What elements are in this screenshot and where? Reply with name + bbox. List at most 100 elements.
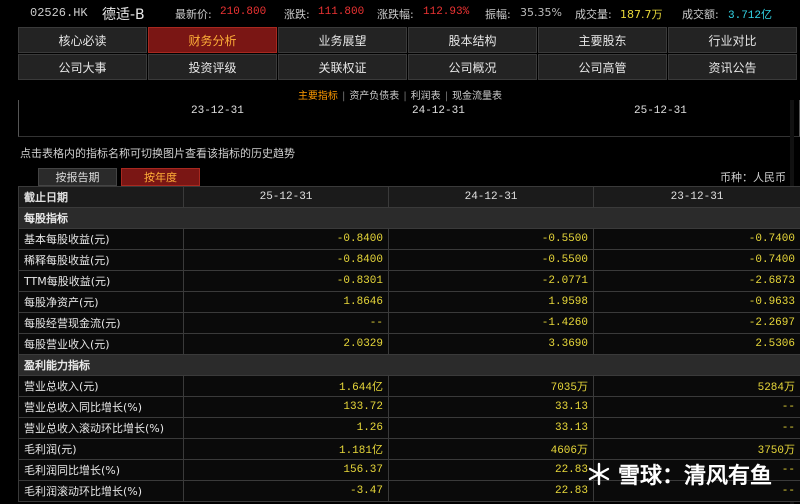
indicator-value: 4606万: [388, 438, 594, 460]
nav-row-2: 公司大事 投资评级 关联权证 公司概况 公司高管 资讯公告: [18, 54, 800, 80]
indicator-value: -3.47: [183, 480, 389, 502]
quote-bar: 02526.HK 德适-B 最新价: 210.800 涨跌: 111.800 涨…: [0, 0, 800, 26]
indicator-value: 5284万: [593, 375, 800, 397]
indicator-value: -0.8400: [183, 228, 389, 250]
nav-company-events[interactable]: 公司大事: [18, 54, 147, 80]
nav-executives[interactable]: 公司高管: [538, 54, 667, 80]
nav-core-reading[interactable]: 核心必读: [18, 27, 147, 53]
indicator-value: 3.3690: [388, 333, 594, 355]
chart-date-label: 23-12-31: [191, 105, 244, 117]
indicator-value: -2.6873: [593, 270, 800, 292]
indicator-name[interactable]: 毛利润滚动环比增长(%): [18, 480, 184, 502]
table-row: 营业总收入(元) 1.644亿 7035万 5284万: [18, 375, 800, 397]
change-pct-label: 涨跌幅:: [377, 8, 414, 21]
change-label: 涨跌:: [284, 8, 310, 21]
header-period: 25-12-31: [183, 186, 389, 208]
table-header-row: 截止日期 25-12-31 24-12-31 23-12-31: [18, 186, 800, 208]
main-nav: 核心必读 财务分析 业务展望 股本结构 主要股东 行业对比 公司大事 投资评级 …: [18, 27, 800, 81]
watermark: 雪球：清风有鱼: [586, 458, 772, 490]
indicator-value: 2.0329: [183, 333, 389, 355]
volume-label: 成交量:: [575, 8, 612, 21]
snowflake-icon: [588, 462, 610, 486]
indicator-value: 1.9598: [388, 291, 594, 313]
hint-text: 点击表格内的指标名称可切换图片查看该指标的历史趋势: [20, 147, 295, 160]
chart-date-label: 25-12-31: [634, 105, 687, 117]
indicator-value: -0.9633: [593, 291, 800, 313]
chart-date-label: 24-12-31: [412, 105, 465, 117]
nav-business-outlook[interactable]: 业务展望: [278, 27, 407, 53]
indicator-value: 1.644亿: [183, 375, 389, 397]
table-row: 每股净资产(元) 1.8646 1.9598 -0.9633: [18, 291, 800, 313]
indicator-name[interactable]: 每股净资产(元): [18, 291, 184, 313]
section-row: 盈利能力指标: [18, 354, 800, 376]
indicator-name[interactable]: 毛利润同比增长(%): [18, 459, 184, 481]
table-row: 毛利润(元) 1.181亿 4606万 3750万: [18, 438, 800, 460]
indicator-value: -2.2697: [593, 312, 800, 334]
indicator-value: -0.8301: [183, 270, 389, 292]
change-pct-value: 112.93%: [423, 6, 470, 18]
header-period: 24-12-31: [388, 186, 594, 208]
tab-by-report-period[interactable]: 按报告期: [38, 168, 117, 186]
indicators-table: 截止日期 25-12-31 24-12-31 23-12-31 每股指标 基本每…: [18, 186, 800, 502]
nav-investment-rating[interactable]: 投资评级: [148, 54, 277, 80]
indicator-name[interactable]: 营业总收入滚动环比增长(%): [18, 417, 184, 439]
turnover-value: 3.712亿: [728, 10, 773, 22]
currency-label: 币种：人民币: [720, 171, 786, 184]
indicator-value: 33.13: [388, 417, 594, 439]
table-row: TTM每股收益(元) -0.8301 -2.0771 -2.6873: [18, 270, 800, 292]
indicator-value: 1.26: [183, 417, 389, 439]
indicator-value: 7035万: [388, 375, 594, 397]
nav-financial-analysis[interactable]: 财务分析: [148, 27, 277, 53]
indicator-name[interactable]: 每股经营现金流(元): [18, 312, 184, 334]
header-period: 23-12-31: [593, 186, 800, 208]
indicator-name[interactable]: 毛利润(元): [18, 438, 184, 460]
tab-by-year[interactable]: 按年度: [121, 168, 200, 186]
section-per-share: 每股指标: [18, 207, 800, 229]
indicator-value: -2.0771: [388, 270, 594, 292]
nav-announcements[interactable]: 资讯公告: [668, 54, 797, 80]
indicator-value: -0.5500: [388, 249, 594, 271]
indicator-value: 156.37: [183, 459, 389, 481]
indicator-value: -0.7400: [593, 228, 800, 250]
indicator-name[interactable]: TTM每股收益(元): [18, 270, 184, 292]
indicator-name[interactable]: 基本每股收益(元): [18, 228, 184, 250]
indicator-value: 33.13: [388, 396, 594, 418]
section-profitability: 盈利能力指标: [18, 354, 800, 376]
indicator-name[interactable]: 营业总收入同比增长(%): [18, 396, 184, 418]
indicator-name[interactable]: 稀释每股收益(元): [18, 249, 184, 271]
latest-price-label: 最新价:: [175, 8, 212, 21]
nav-industry-comparison[interactable]: 行业对比: [668, 27, 797, 53]
indicator-name[interactable]: 营业总收入(元): [18, 375, 184, 397]
indicator-name[interactable]: 每股营业收入(元): [18, 333, 184, 355]
indicator-value: -1.4260: [388, 312, 594, 334]
turnover-label: 成交额:: [682, 8, 719, 21]
nav-company-overview[interactable]: 公司概况: [408, 54, 537, 80]
amplitude-label: 振幅:: [485, 8, 511, 21]
table-row: 基本每股收益(元) -0.8400 -0.5500 -0.7400: [18, 228, 800, 250]
table-row: 每股经营现金流(元) -- -1.4260 -2.2697: [18, 312, 800, 334]
table-row: 营业总收入滚动环比增长(%) 1.26 33.13 --: [18, 417, 800, 439]
volume-value: 187.7万: [620, 8, 663, 21]
indicator-value: --: [183, 312, 389, 334]
table-row: 营业总收入同比增长(%) 133.72 33.13 --: [18, 396, 800, 418]
indicator-value: 1.8646: [183, 291, 389, 313]
nav-share-structure[interactable]: 股本结构: [408, 27, 537, 53]
indicator-value: -0.7400: [593, 249, 800, 271]
amplitude-value: 35.35%: [520, 6, 562, 19]
indicator-value: -0.5500: [388, 228, 594, 250]
indicator-value: --: [593, 417, 800, 439]
nav-related-warrants[interactable]: 关联权证: [278, 54, 407, 80]
stock-name: 德适-B: [102, 7, 145, 23]
nav-major-shareholders[interactable]: 主要股东: [538, 27, 667, 53]
latest-price-value: 210.800: [220, 6, 267, 18]
indicator-value: 22.83: [388, 480, 594, 502]
indicator-value: 22.83: [388, 459, 594, 481]
indicator-value: 2.5306: [593, 333, 800, 355]
indicator-value: 1.181亿: [183, 438, 389, 460]
trend-chart-area: 23-12-31 24-12-31 25-12-31: [18, 100, 800, 137]
nav-row-1: 核心必读 财务分析 业务展望 股本结构 主要股东 行业对比: [18, 27, 800, 53]
table-row: 每股营业收入(元) 2.0329 3.3690 2.5306: [18, 333, 800, 355]
change-value: 111.800: [318, 6, 365, 18]
indicator-value: -0.8400: [183, 249, 389, 271]
indicator-value: 133.72: [183, 396, 389, 418]
